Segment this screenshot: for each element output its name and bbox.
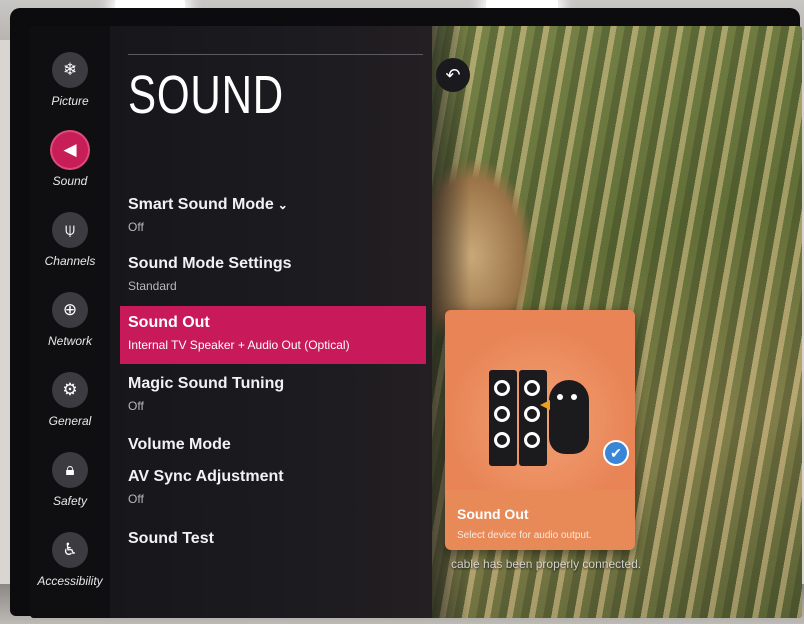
chevron-down-icon: ⌄	[277, 198, 288, 212]
menu-item-label: Smart Sound Mode	[128, 196, 274, 213]
menu-item-label: Sound Out	[128, 314, 210, 331]
antenna-icon: ⍦	[52, 212, 88, 248]
menu-item-av-sync-adjustment[interactable]: AV Sync Adjustment Off	[120, 468, 426, 506]
menu-item-sound-out[interactable]: Sound Out Internal TV Speaker + Audio Ou…	[120, 306, 426, 364]
sidebar-item-channels[interactable]: ⍦ Channels	[30, 208, 110, 288]
connection-notice: cable has been properly connected.	[365, 540, 655, 572]
accessibility-icon: ♿︎	[52, 532, 88, 568]
divider	[128, 54, 423, 55]
sidebar-item-accessibility[interactable]: ♿︎ Accessibility	[30, 528, 110, 608]
sound-out-info-card: ✔ Sound Out Select device for audio outp…	[445, 310, 635, 550]
sidebar-item-label: Channels	[44, 254, 96, 268]
menu-item-volume-mode[interactable]: Volume Mode	[120, 436, 426, 454]
menu-item-smart-sound-mode[interactable]: Smart Sound Mode ⌄ Off	[120, 196, 426, 234]
menu-item-label: Sound Mode Settings	[128, 255, 292, 272]
sidebar-item-label: Network	[47, 334, 92, 348]
menu-item-label: Volume Mode	[128, 436, 231, 453]
menu-item-sound-mode-settings[interactable]: Sound Mode Settings Standard	[120, 255, 426, 293]
menu-item-value: Off	[128, 399, 144, 413]
back-icon: ↶	[445, 64, 461, 85]
tv-bezel: ❄ Picture ◀ Sound ⍦ Channels ⊕ Network ⚙…	[10, 8, 802, 618]
sidebar-item-sound[interactable]: ◀ Sound	[30, 128, 110, 208]
page-title: SOUND	[128, 65, 285, 125]
menu-item-label: AV Sync Adjustment	[128, 468, 284, 485]
speaker-icon: ◀	[52, 132, 88, 168]
menu-item-label: Magic Sound Tuning	[128, 375, 285, 392]
menu-item-value: Off	[128, 492, 144, 506]
sidebar-item-picture[interactable]: ❄ Picture	[30, 48, 110, 128]
sidebar-item-label: Picture	[51, 94, 89, 108]
sidebar-item-label: Accessibility	[37, 574, 103, 588]
mascot-illustration	[540, 380, 589, 454]
notice-text: cable has been properly connected.	[451, 557, 642, 571]
sidebar-item-general[interactable]: ⚙ General	[30, 368, 110, 448]
menu-item-value: Internal TV Speaker + Audio Out (Optical…	[128, 338, 350, 352]
settings-sidebar: ❄ Picture ◀ Sound ⍦ Channels ⊕ Network ⚙…	[30, 26, 110, 618]
speaker-illustration	[489, 370, 517, 466]
globe-icon: ⊕	[52, 292, 88, 328]
checkmark-icon: ✔	[603, 440, 629, 466]
lock-icon: 🔒︎	[52, 452, 88, 488]
sidebar-item-label: Sound	[52, 174, 88, 188]
card-title: Sound Out	[457, 506, 529, 522]
back-button[interactable]: ↶	[436, 58, 470, 92]
menu-item-value: Off	[128, 220, 144, 234]
picture-icon: ❄	[52, 52, 88, 88]
settings-panel: SOUND Smart Sound Mode ⌄ Off Sound Mode S…	[110, 26, 432, 618]
sidebar-item-label: General	[48, 414, 92, 428]
sidebar-item-safety[interactable]: 🔒︎ Safety	[30, 448, 110, 528]
speaker-illustration	[519, 370, 547, 466]
menu-item-magic-sound-tuning[interactable]: Magic Sound Tuning Off	[120, 375, 426, 413]
sidebar-item-network[interactable]: ⊕ Network	[30, 288, 110, 368]
sidebar-item-label: Safety	[52, 494, 88, 508]
card-illustration: ✔	[445, 310, 635, 490]
tools-icon: ⚙	[52, 372, 88, 408]
tv-screen: ❄ Picture ◀ Sound ⍦ Channels ⊕ Network ⚙…	[30, 26, 802, 618]
menu-item-value: Standard	[128, 279, 177, 293]
